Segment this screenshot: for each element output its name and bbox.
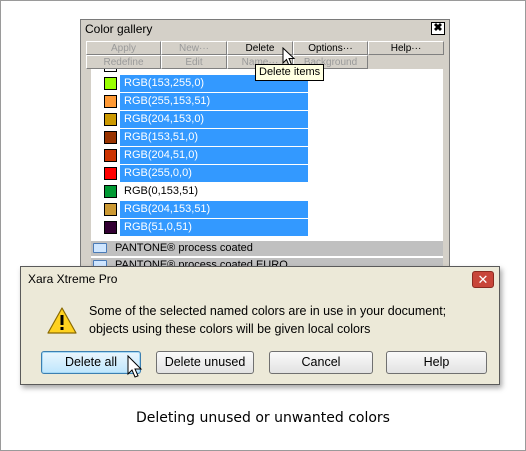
color-swatch (104, 113, 117, 126)
list-item[interactable]: RGB(255,0,0) (91, 165, 443, 182)
edit-button[interactable]: Edit (161, 55, 227, 69)
options-button[interactable]: Options··· (293, 41, 368, 55)
warning-dialog: Xara Xtreme Pro ✕ Some of the selected n… (20, 266, 500, 385)
apply-button[interactable]: Apply (86, 41, 161, 55)
figure-caption: Deleting unused or unwanted colors (136, 410, 390, 426)
message-line-2: objects using these colors will be given… (89, 322, 371, 336)
color-swatch (104, 77, 117, 90)
list-item[interactable]: RGB(204,153,51) (91, 201, 443, 218)
color-swatch (104, 131, 117, 144)
color-list: RGB(153,255,0) RGB(255,153,51) RGB(204,1… (91, 69, 443, 266)
gallery-close-icon[interactable]: ✖ (431, 22, 445, 35)
dialog-title: Xara Xtreme Pro (21, 267, 499, 292)
help-button[interactable]: Help (386, 351, 487, 374)
color-swatch (104, 203, 117, 216)
color-swatch (104, 95, 117, 108)
delete-all-button[interactable]: Delete all (41, 351, 141, 374)
delete-unused-button[interactable]: Delete unused (156, 351, 254, 374)
folder-item[interactable]: PANTONE® process coated (91, 241, 443, 256)
help-button[interactable]: Help··· (368, 41, 444, 55)
close-icon[interactable]: ✕ (472, 271, 494, 288)
dialog-message: Some of the selected named colors are in… (89, 302, 446, 338)
list-item[interactable]: RGB(255,153,51) (91, 93, 443, 110)
gallery-title: Color gallery (81, 20, 449, 39)
list-item[interactable]: RGB(204,51,0) (91, 147, 443, 164)
redefine-button[interactable]: Redefine (86, 55, 161, 69)
color-gallery-panel: Color gallery ✖ Apply New··· Delete Opti… (80, 19, 450, 267)
color-swatch (104, 185, 117, 198)
cancel-button[interactable]: Cancel (269, 351, 373, 374)
list-item[interactable]: RGB(153,51,0) (91, 129, 443, 146)
color-swatch (104, 167, 117, 180)
folder-icon (93, 243, 107, 253)
list-item[interactable]: RGB(204,153,0) (91, 111, 443, 128)
list-item[interactable]: RGB(0,153,51) (91, 183, 443, 200)
mouse-pointer-icon (127, 355, 143, 378)
new-button[interactable]: New··· (161, 41, 227, 55)
color-swatch (104, 149, 117, 162)
color-swatch (104, 221, 117, 234)
tooltip: Delete items (255, 64, 325, 81)
list-item[interactable]: RGB(51,0,51) (91, 219, 443, 236)
message-line-1: Some of the selected named colors are in… (89, 304, 447, 318)
warning-icon (47, 307, 77, 334)
